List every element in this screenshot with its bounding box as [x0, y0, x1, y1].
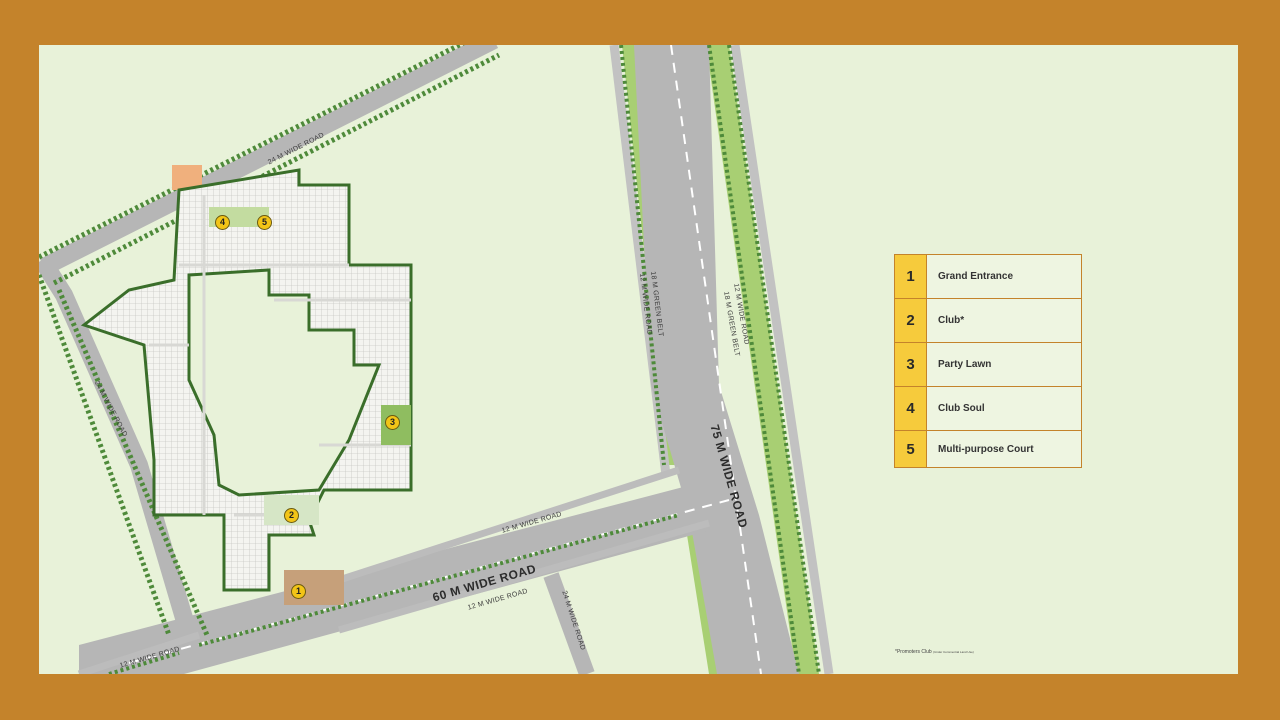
marker-club-soul[interactable]: 4	[215, 215, 230, 230]
legend-row: 4 Club Soul	[895, 387, 1081, 431]
legend-number: 4	[895, 387, 927, 430]
legend-label: Party Lawn	[938, 359, 992, 370]
legend-row: 2 Club*	[895, 299, 1081, 343]
marker-multi-purpose-court[interactable]: 5	[257, 215, 272, 230]
legend-number: 1	[895, 255, 927, 298]
marker-grand-entrance[interactable]: 1	[291, 584, 306, 599]
marker-club[interactable]: 2	[284, 508, 299, 523]
legend-number: 2	[895, 299, 927, 342]
legend-label: Grand Entrance	[938, 271, 1014, 282]
legend-label: Club*	[938, 315, 965, 326]
legend-row: 3 Party Lawn	[895, 343, 1081, 387]
footnote: *Promoters Club (Under Commercial Land U…	[895, 649, 974, 655]
footnote-main: *Promoters Club	[895, 649, 932, 655]
legend-number: 3	[895, 343, 927, 386]
legend-label: Club Soul	[938, 403, 985, 414]
legend: 1 Grand Entrance 2 Club* 3 Party Lawn 4 …	[894, 254, 1082, 468]
legend-number: 5	[895, 431, 927, 467]
road-24m-bottom	[543, 572, 595, 674]
legend-row: 5 Multi-purpose Court	[895, 431, 1081, 467]
legend-label: Multi-purpose Court	[938, 443, 1034, 455]
legend-row: 1 Grand Entrance	[895, 255, 1081, 299]
marker-party-lawn[interactable]: 3	[385, 415, 400, 430]
road-75m	[634, 45, 799, 674]
footnote-fine: (Under Commercial Land Use)	[933, 650, 974, 654]
